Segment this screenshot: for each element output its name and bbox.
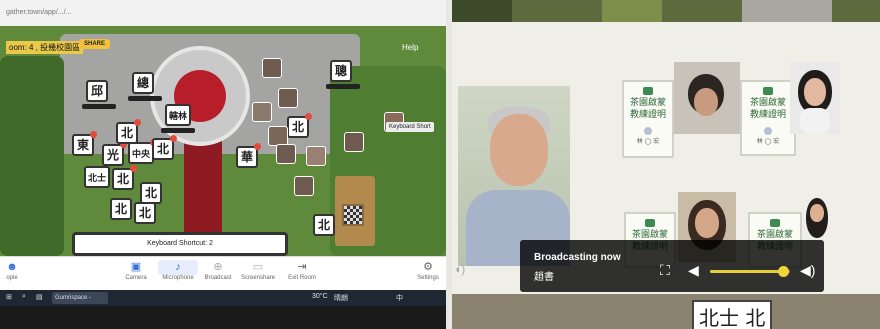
map-tile[interactable]: 北	[287, 113, 312, 138]
room-label: oom: 4 , 投幾校園區	[6, 41, 84, 54]
map-tile[interactable]: 北	[134, 202, 156, 224]
bottom-toolbar: ☻ ople ▣ Camera ♪ Microphone ⊕ Broadcast ▭ Sc…	[0, 256, 446, 290]
map-tile[interactable]: 中央	[128, 139, 157, 164]
map-tile[interactable]: 北	[110, 198, 132, 220]
map-tile[interactable]: 北士	[84, 166, 110, 188]
camera-button[interactable]: ▣ Camera	[116, 260, 156, 281]
windows-taskbar: ⊞ ⌕ ▤ Gumrispace - 07/1... 30°C 晴朗 中	[0, 290, 446, 313]
map-tile[interactable]: 聰	[326, 60, 360, 89]
broadcast-button[interactable]: ⊕ Broadcast	[198, 260, 238, 281]
map-tile[interactable]: 北	[313, 214, 335, 236]
certificate-card: 茶園啟蒙 教練證明 林 ◯ 宏	[740, 80, 796, 156]
exit-room-button[interactable]: ⇥ Exit Room	[282, 260, 322, 281]
avatar[interactable]	[262, 58, 282, 78]
tea-cup-icon	[645, 219, 655, 227]
map-strip-top	[452, 0, 880, 22]
avatar[interactable]	[306, 146, 326, 166]
participant-video	[790, 62, 840, 134]
broadcast-icon: ⊕	[213, 261, 223, 273]
volume-icon-faded: ◖)	[454, 262, 466, 276]
avatar[interactable]	[268, 126, 288, 146]
gather-town-laptop-photo: gather.town/app/.../... 邱 總 聰 轄林 北 中央 東 …	[0, 0, 446, 329]
mic-icon: ♪	[158, 260, 198, 275]
fullscreen-icon[interactable]: ⛶	[660, 263, 670, 277]
map-tile[interactable]: 東	[72, 131, 97, 156]
broadcast-status: Broadcasting now	[534, 252, 621, 263]
map-strip-bottom	[452, 294, 880, 329]
input-language[interactable]: 中	[396, 293, 403, 303]
people-button[interactable]: ☻ ople	[0, 260, 24, 281]
map-tile[interactable]: 轄林	[161, 104, 195, 133]
broadcast-overlay: Broadcasting now 趙書 ⛶ ◀ ◀)	[520, 240, 824, 292]
address-bar[interactable]: gather.town/app/.../...	[6, 9, 71, 16]
browser-top: gather.town/app/.../...	[0, 0, 446, 26]
screenshare-icon: ▭	[252, 261, 264, 273]
browser-taskbar-tab[interactable]: Gumrispace - 07/1...	[52, 292, 108, 313]
map-tile[interactable]: 華	[236, 143, 261, 168]
avatar[interactable]	[278, 88, 298, 108]
broadcast-screen-photo: 茶園啟蒙教練證明 林 ◯ 宏 茶園啟蒙教練證明 林 ◯ 宏 茶園啟蒙教練證明	[452, 0, 880, 329]
avatar[interactable]	[294, 176, 314, 196]
chess-board[interactable]	[342, 204, 364, 226]
map-tile[interactable]: 北	[116, 119, 141, 144]
microphone-button[interactable]: ♪ Microphone	[158, 260, 198, 281]
exit-icon: ⇥	[297, 261, 307, 273]
map-tile[interactable]: 北	[152, 135, 177, 160]
camera-icon: ▣	[130, 261, 142, 273]
volume-down-icon[interactable]: ◀	[688, 263, 699, 277]
map-tiles-bottom: 北士 北	[692, 300, 773, 329]
laptop-body	[0, 306, 446, 329]
gear-icon: ⚙	[423, 261, 433, 273]
volume-up-icon[interactable]: ◀)	[800, 263, 815, 277]
weather-temp: 30°C	[312, 293, 328, 300]
tea-cup-icon	[643, 87, 653, 95]
keyboard-shortcut-chip: Keyboard Short	[386, 122, 434, 132]
tea-cup-icon	[770, 219, 780, 227]
participant-video	[674, 62, 740, 134]
tea-cup-icon	[763, 87, 773, 95]
weather-desc: 晴朗	[334, 295, 348, 302]
avatar[interactable]	[344, 132, 364, 152]
keyboard-shortcut-bar: Keyboard Shortcut: 2	[72, 232, 288, 256]
volume-slider[interactable]	[710, 266, 790, 277]
broadcaster-name: 趙書	[534, 272, 554, 283]
settings-button[interactable]: ⚙ Settings	[408, 260, 446, 281]
folder-icon[interactable]: ▤	[36, 293, 43, 301]
search-icon[interactable]: ⌕	[22, 293, 26, 301]
game-map[interactable]: 邱 總 聰 轄林 北 中央 東 北 華 光 北 北士 北 北 北 北 北 oom…	[0, 26, 446, 256]
map-tile[interactable]: 北	[140, 182, 162, 204]
screenshare-button[interactable]: ▭ Screenshare	[238, 260, 278, 281]
speaker-video	[458, 86, 570, 266]
map-tile[interactable]: 北	[112, 165, 137, 190]
avatar[interactable]	[276, 144, 296, 164]
share-button[interactable]: SHARE	[79, 39, 111, 49]
map-tile[interactable]: 邱	[82, 80, 116, 109]
certificate-card: 茶園啟蒙 教練證明 林 ◯ 宏	[622, 80, 674, 158]
map-tile[interactable]: 光	[102, 141, 127, 166]
help-button[interactable]: Help	[402, 43, 418, 52]
grass-area	[0, 56, 64, 256]
avatar[interactable]	[252, 102, 272, 122]
start-icon[interactable]: ⊞	[6, 293, 12, 301]
map-tile[interactable]: 總	[128, 72, 162, 101]
